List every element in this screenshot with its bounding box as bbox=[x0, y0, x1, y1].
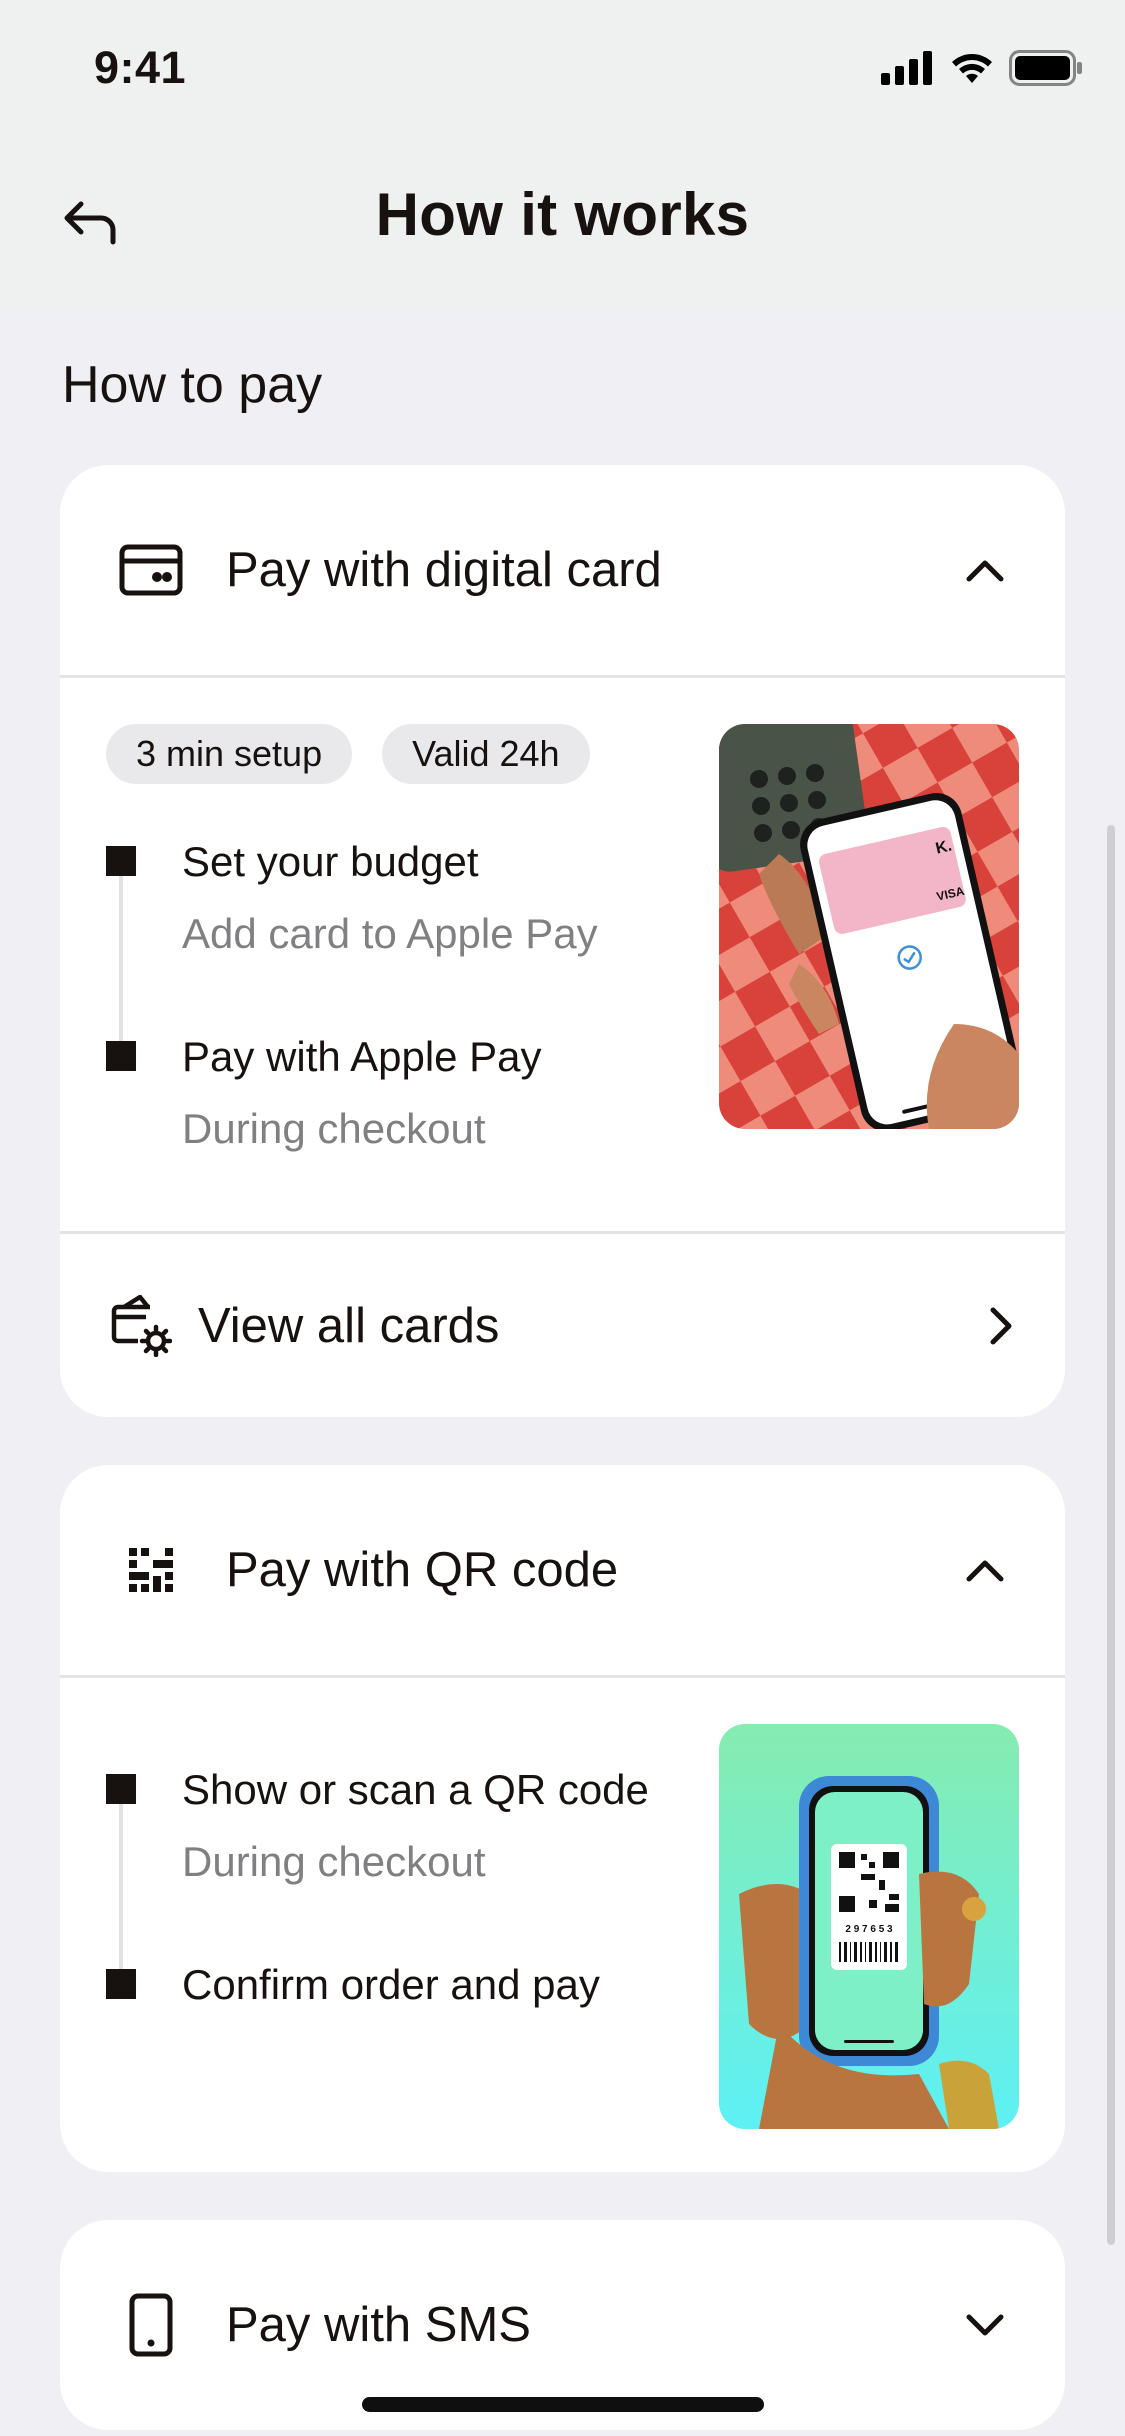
status-time: 9:41 bbox=[94, 42, 187, 93]
digital-card-panel: Pay with digital card 3 min setup Valid … bbox=[60, 465, 1065, 1417]
validity-chip: Valid 24h bbox=[382, 724, 590, 784]
phone-icon bbox=[129, 2293, 173, 2357]
step-title: Set your budget bbox=[182, 838, 479, 885]
step-marker bbox=[106, 846, 136, 876]
step-marker bbox=[106, 1774, 136, 1804]
setup-chip: 3 min setup bbox=[106, 724, 353, 784]
step-marker bbox=[106, 1041, 136, 1071]
card-icon bbox=[119, 544, 183, 596]
qr-code-photo: 2 9 7 6 5 3 bbox=[719, 1724, 1019, 2129]
step-marker bbox=[106, 1969, 136, 1999]
section-title: How to pay bbox=[62, 356, 323, 414]
digital-card-body: 3 min setup Valid 24h Set your budget Ad… bbox=[60, 678, 1065, 1231]
step-subtitle: Add card to Apple Pay bbox=[182, 910, 598, 957]
step-subtitle: During checkout bbox=[182, 1105, 486, 1152]
step-connector bbox=[119, 1796, 123, 1992]
status-icons bbox=[881, 50, 1083, 86]
step-title: Pay with Apple Pay bbox=[182, 1033, 542, 1080]
step-title: Show or scan a QR code bbox=[182, 1766, 649, 1813]
battery-icon bbox=[1009, 50, 1082, 86]
digital-card-title: Pay with digital card bbox=[226, 543, 662, 597]
screen: 9:41 How it works How to pay Pay with di… bbox=[0, 0, 1125, 2436]
qr-photo-code: 2 9 7 6 5 3 bbox=[845, 1924, 893, 1935]
chevron-up-icon bbox=[966, 560, 1004, 582]
apple-pay-photo: K. VISA bbox=[719, 724, 1019, 1129]
chevron-down-icon bbox=[966, 2314, 1004, 2336]
card-settings-icon bbox=[111, 1294, 172, 1357]
wifi-icon bbox=[952, 54, 992, 83]
step-subtitle: During checkout bbox=[182, 1838, 486, 1885]
signal-icon bbox=[881, 51, 932, 85]
qr-code-icon bbox=[129, 1548, 173, 1592]
qr-code-title: Pay with QR code bbox=[226, 1543, 619, 1597]
digital-card-header[interactable]: Pay with digital card bbox=[60, 465, 1065, 675]
qr-code-body: Show or scan a QR code During checkout C… bbox=[60, 1678, 1065, 2172]
qr-code-panel: Pay with QR code Show or scan a QR code … bbox=[60, 1465, 1065, 2172]
chip-group: 3 min setup Valid 24h bbox=[106, 724, 590, 784]
view-all-cards-row[interactable]: View all cards bbox=[60, 1234, 1065, 1417]
page-title: How it works bbox=[375, 181, 750, 248]
home-indicator[interactable] bbox=[362, 2397, 764, 2412]
chevron-up-icon bbox=[966, 1560, 1004, 1582]
chevron-right-icon bbox=[990, 1307, 1012, 1344]
scrollbar[interactable] bbox=[1107, 825, 1115, 2245]
view-all-cards-label: View all cards bbox=[198, 1298, 500, 1353]
qr-code-header[interactable]: Pay with QR code bbox=[60, 1465, 1065, 1675]
step-title: Confirm order and pay bbox=[182, 1961, 600, 2008]
step-connector bbox=[119, 868, 123, 1064]
top-bar: 9:41 How it works bbox=[0, 0, 1125, 308]
sms-title: Pay with SMS bbox=[226, 2298, 531, 2352]
